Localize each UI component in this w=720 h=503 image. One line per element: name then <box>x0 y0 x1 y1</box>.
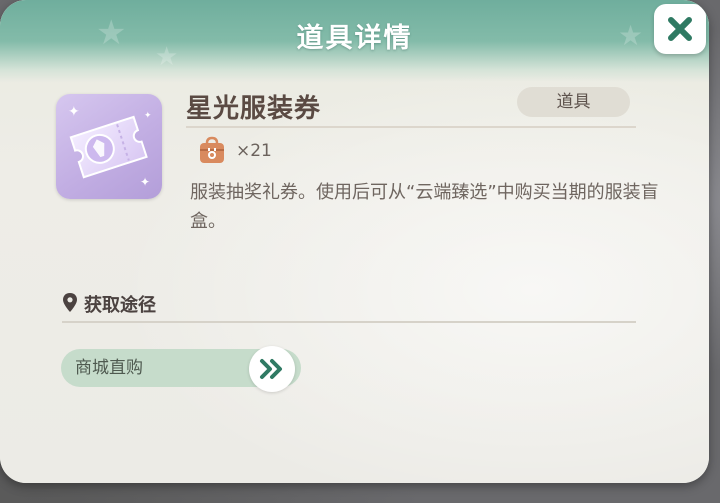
item-description: 服装抽奖礼券。使用后可从“云端臻选”中购买当期的服装盲盒。 <box>190 182 659 232</box>
location-pin-icon <box>63 293 77 312</box>
item-detail-dialog: ★ ★ ★ 道具详情 ✦ ✦ ✦ 星光服装券 道具 ×21 服装抽奖礼券。使用后… <box>0 0 709 483</box>
name-divider <box>186 126 636 128</box>
dialog-header: ★ ★ ★ 道具详情 <box>0 0 709 82</box>
svg-text:✦: ✦ <box>140 175 150 189</box>
item-count: ×21 <box>236 141 272 161</box>
source-divider <box>62 321 636 323</box>
svg-text:✦: ✦ <box>68 104 80 120</box>
item-type-badge: 道具 <box>517 87 630 117</box>
go-button[interactable] <box>249 346 295 392</box>
bag-icon <box>200 136 224 163</box>
shop-purchase-button[interactable]: 商城直购 <box>61 346 301 392</box>
shop-purchase-label: 商城直购 <box>75 358 143 378</box>
close-button[interactable] <box>654 4 706 54</box>
item-name: 星光服装券 <box>186 94 322 124</box>
svg-text:✦: ✦ <box>144 111 152 121</box>
star-ticket-icon: ✦ ✦ ✦ <box>56 94 162 199</box>
source-section-title: 获取途径 <box>84 295 156 316</box>
close-icon <box>668 17 692 41</box>
dialog-title: 道具详情 <box>296 23 413 54</box>
double-chevron-right-icon <box>260 359 282 379</box>
